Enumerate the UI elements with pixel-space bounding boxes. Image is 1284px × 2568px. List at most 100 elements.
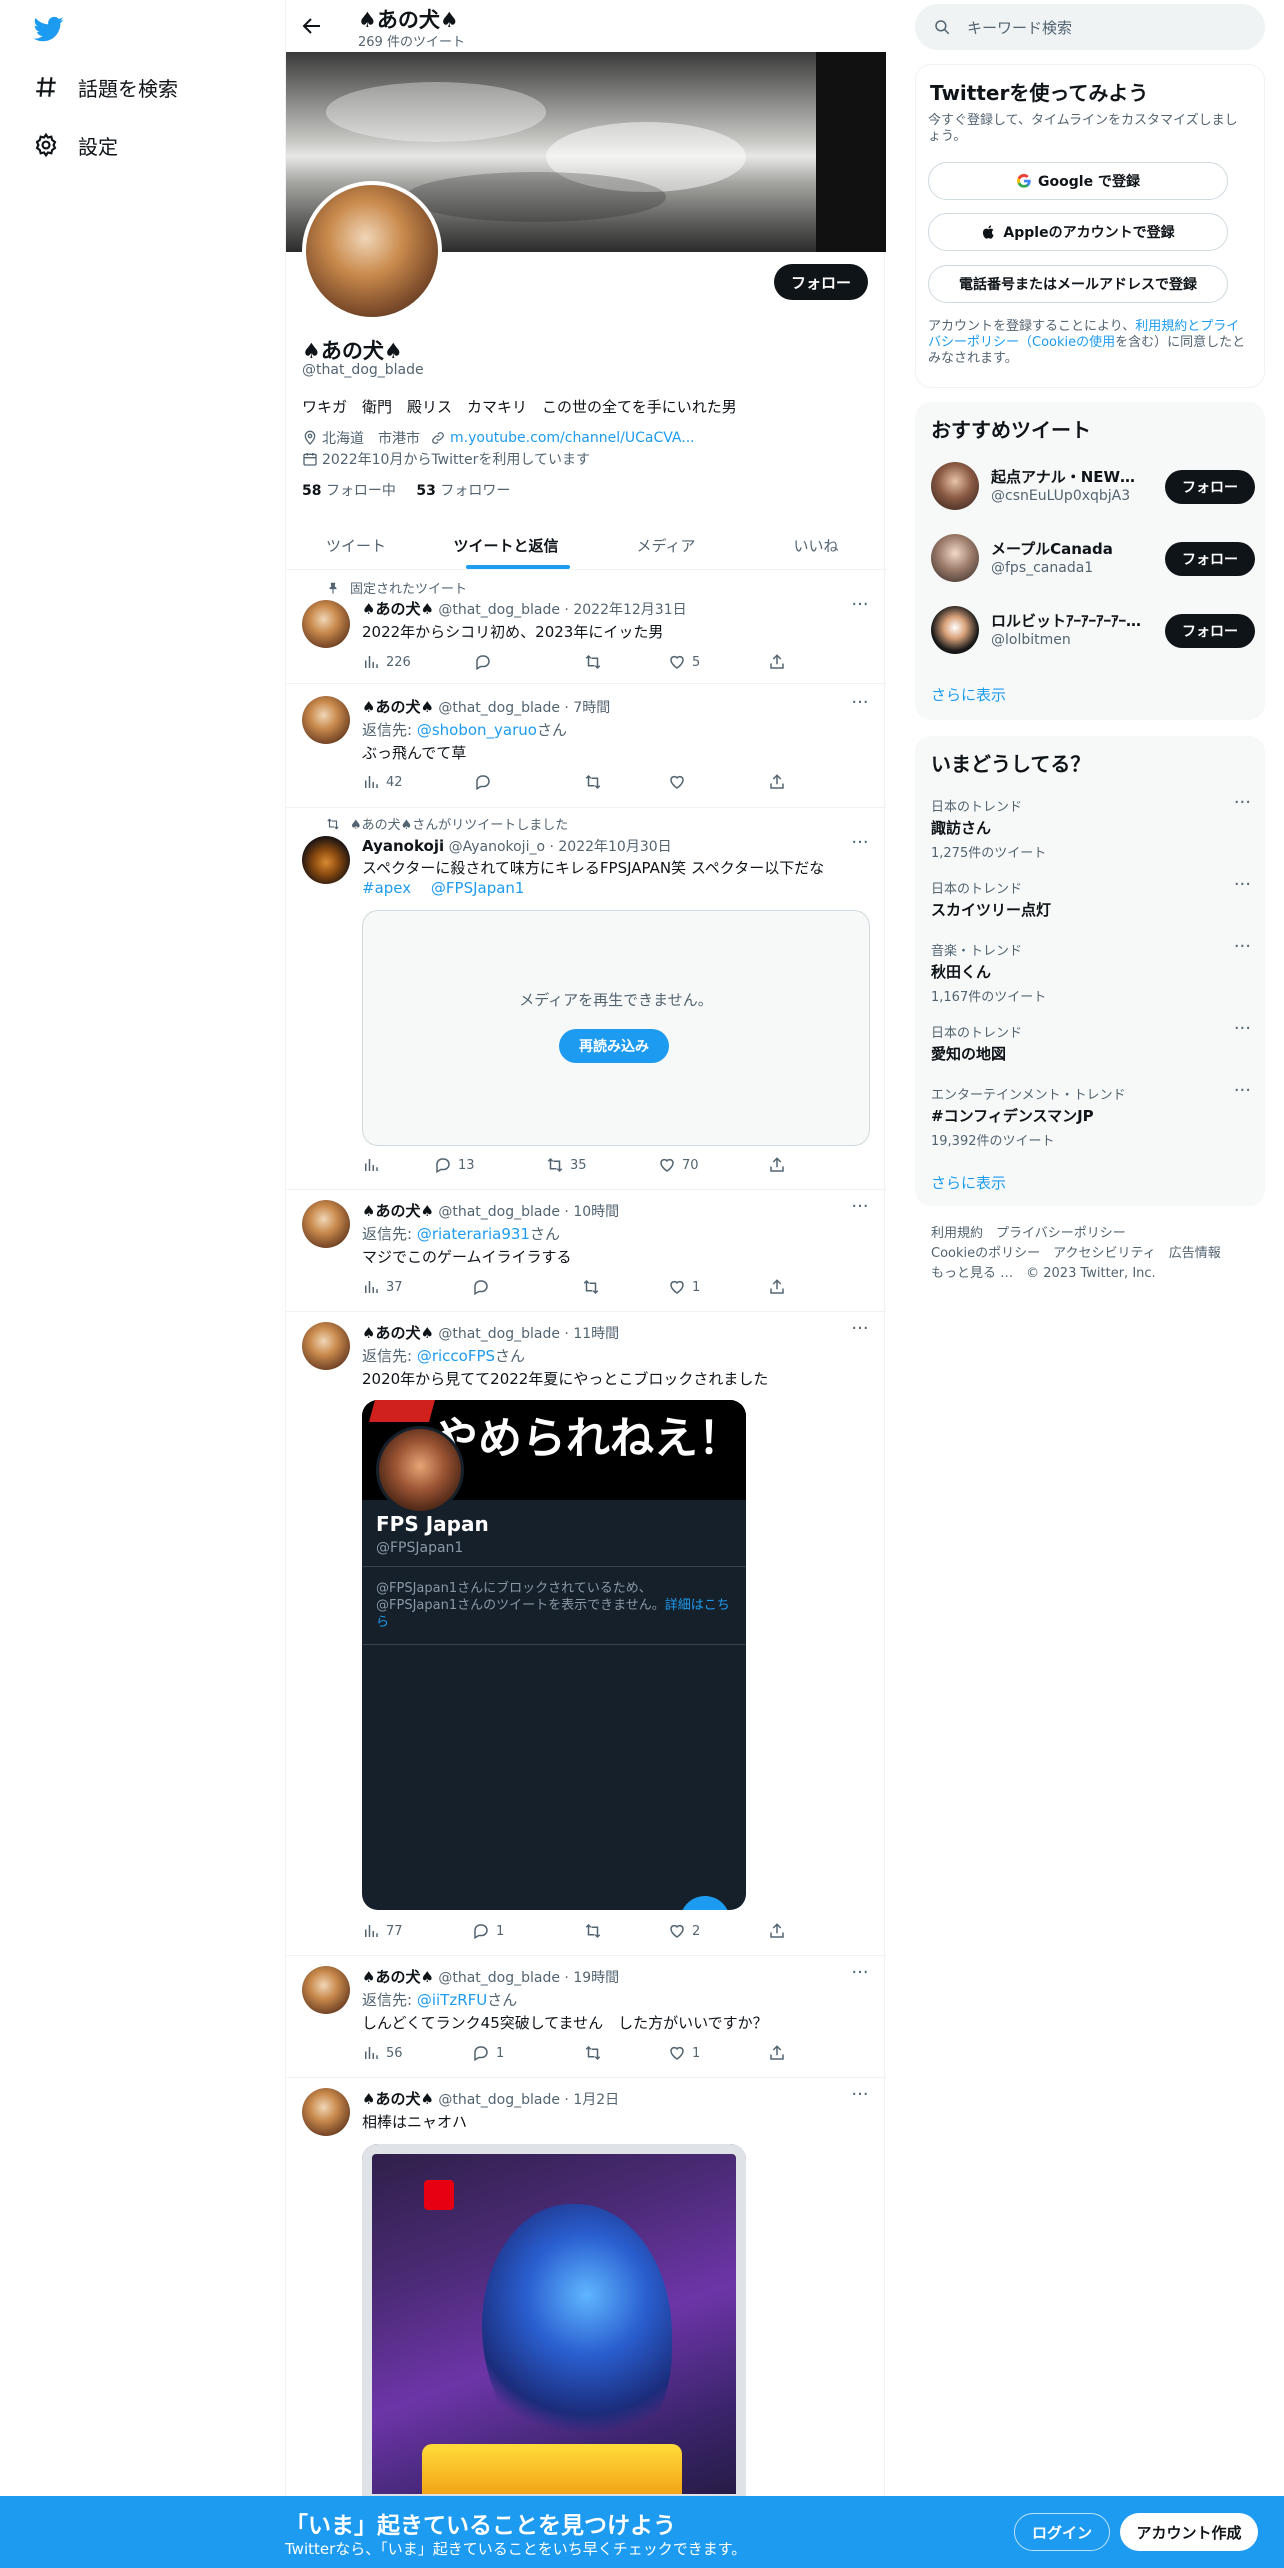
reply-button[interactable] xyxy=(474,653,498,671)
like-button[interactable]: 2 xyxy=(668,1922,700,1940)
views-button[interactable]: 42 xyxy=(362,773,403,791)
reply-to-link[interactable]: @iiTzRFU xyxy=(417,1991,487,2009)
tweet-author-name[interactable]: ♠あの犬♠ xyxy=(362,1324,434,1342)
tweet-item[interactable]: ♠あの犬♠さんがリツイートしました Ayanokoji @Ayanokoji_o… xyxy=(286,808,886,1190)
trends-show-more[interactable]: さらに表示 xyxy=(931,1172,1006,1193)
signup-button[interactable]: アカウント作成 xyxy=(1120,2513,1258,2551)
follow-button[interactable]: フォロー xyxy=(1165,614,1255,648)
more-options-icon[interactable]: ··· xyxy=(1234,794,1251,812)
trend-item[interactable]: エンターテインメント・トレンド #コンフィデンスマンJP 19,392件のツイー… xyxy=(931,1082,1251,1150)
reply-button[interactable]: 13 xyxy=(434,1156,475,1174)
tweet-time[interactable]: 2022年10月30日 xyxy=(558,839,671,855)
google-signup-button[interactable]: Google で登録 xyxy=(928,162,1228,200)
tab-tweets-and-replies[interactable]: ツイートと返信 xyxy=(426,520,586,570)
tab-likes[interactable]: いいね xyxy=(746,520,886,570)
more-options-icon[interactable]: ··· xyxy=(850,596,870,618)
like-button[interactable]: 5 xyxy=(668,653,700,671)
footer-line[interactable]: もっと見る … © 2023 Twitter, Inc. xyxy=(931,1264,1251,1284)
share-button[interactable] xyxy=(768,653,786,671)
like-button[interactable] xyxy=(668,773,692,791)
tweet-time[interactable]: 7時間 xyxy=(573,700,610,716)
avatar[interactable] xyxy=(302,1200,350,1248)
more-options-icon[interactable]: ··· xyxy=(850,694,870,716)
retweet-button[interactable] xyxy=(584,2044,608,2062)
share-button[interactable] xyxy=(768,1922,786,1940)
views-button[interactable]: 77 xyxy=(362,1922,403,1940)
back-arrow-icon[interactable] xyxy=(300,14,324,38)
footer-line[interactable]: 利用規約 プライバシーポリシー xyxy=(931,1224,1251,1244)
like-button[interactable]: 1 xyxy=(668,1278,700,1296)
reply-button[interactable]: 1 xyxy=(472,1922,504,1940)
like-button[interactable]: 1 xyxy=(668,2044,700,2062)
tweet-item[interactable]: ♠あの犬♠ @that_dog_blade · 1月2日 ··· 相棒はニャオハ xyxy=(286,2078,886,2504)
more-options-icon[interactable]: ··· xyxy=(850,834,870,856)
views-button[interactable]: 56 xyxy=(362,2044,403,2062)
views-button[interactable]: 226 xyxy=(362,653,411,671)
reply-button[interactable] xyxy=(472,1278,496,1296)
more-options-icon[interactable]: ··· xyxy=(1234,938,1251,956)
more-options-icon[interactable]: ··· xyxy=(1234,1082,1251,1100)
apple-signup-button[interactable]: Appleのアカウントで登録 xyxy=(928,213,1228,251)
tab-tweets[interactable]: ツイート xyxy=(286,520,426,570)
tweet-item[interactable]: ♠あの犬♠ @that_dog_blade · 7時間 ··· 返信先: @sh… xyxy=(286,684,886,808)
tab-media[interactable]: メディア xyxy=(586,520,746,570)
tweet-item[interactable]: ♠あの犬♠ @that_dog_blade · 19時間 ··· 返信先: @i… xyxy=(286,1956,886,2078)
tweet-image[interactable] xyxy=(362,2144,746,2504)
tweet-author-name[interactable]: ♠あの犬♠ xyxy=(362,1968,434,1986)
retweet-button[interactable]: 35 xyxy=(546,1156,587,1174)
reply-to-link[interactable]: @shobon_yaruo xyxy=(417,721,537,739)
tweet-item[interactable]: 固定されたツイート ♠あの犬♠ @that_dog_blade · 2022年1… xyxy=(286,570,886,684)
reload-button[interactable]: 再読み込み xyxy=(559,1029,669,1063)
avatar[interactable] xyxy=(302,836,350,884)
follow-button[interactable]: フォロー xyxy=(774,264,868,300)
tweet-item[interactable]: ♠あの犬♠ @that_dog_blade · 11時間 ··· 返信先: @r… xyxy=(286,1312,886,1956)
reply-to-link[interactable]: @riccoFPS xyxy=(417,1347,495,1365)
retweeted-by-label[interactable]: ♠あの犬♠さんがリツイートしました xyxy=(350,814,568,833)
twitter-logo-icon[interactable] xyxy=(32,14,66,44)
more-options-icon[interactable]: ··· xyxy=(1234,1020,1251,1038)
nav-settings[interactable]: 設定 xyxy=(32,125,118,165)
tweet-time[interactable]: 1月2日 xyxy=(573,2092,619,2108)
tweet-time[interactable]: 19時間 xyxy=(573,1970,619,1986)
follow-button[interactable]: フォロー xyxy=(1165,542,1255,576)
trend-item[interactable]: 日本のトレンド スカイツリー点灯 ··· xyxy=(931,876,1251,920)
hashtag-link[interactable]: #apex xyxy=(362,879,411,897)
profile-avatar[interactable] xyxy=(302,181,442,321)
avatar[interactable] xyxy=(302,600,350,648)
trend-item[interactable]: 日本のトレンド 諏訪さん 1,275件のツイート ··· xyxy=(931,794,1251,862)
avatar[interactable] xyxy=(302,696,350,744)
more-options-icon[interactable]: ··· xyxy=(850,2086,870,2108)
login-button[interactable]: ログイン xyxy=(1014,2513,1110,2551)
tweet-item[interactable]: ♠あの犬♠ @that_dog_blade · 10時間 ··· 返信先: @r… xyxy=(286,1190,886,1312)
profile-website-link[interactable]: m.youtube.com/channel/UCaCVA... xyxy=(450,430,695,446)
recommended-show-more[interactable]: さらに表示 xyxy=(931,684,1006,705)
following-link[interactable]: 58 フォロー中 xyxy=(302,483,396,499)
trend-item[interactable]: 日本のトレンド 愛知の地図 ··· xyxy=(931,1020,1251,1064)
retweet-button[interactable] xyxy=(582,1278,606,1296)
recommended-account[interactable]: 起点アナル・NEWS… @csnEuLUp0xqbjA3 フォロー xyxy=(931,460,1255,514)
recommended-account[interactable]: メープルCanada @fps_canada1 フォロー xyxy=(931,532,1255,586)
mention-link[interactable]: @FPSJapan1 xyxy=(431,879,525,897)
more-options-icon[interactable]: ··· xyxy=(1234,876,1251,894)
retweet-button[interactable] xyxy=(584,773,608,791)
tweet-author-name[interactable]: ♠あの犬♠ xyxy=(362,2090,434,2108)
share-button[interactable] xyxy=(768,2044,786,2062)
tweet-author-name[interactable]: ♠あの犬♠ xyxy=(362,698,434,716)
share-button[interactable] xyxy=(768,773,786,791)
views-button[interactable] xyxy=(362,1156,386,1174)
like-button[interactable]: 70 xyxy=(658,1156,699,1174)
search-input[interactable]: キーワード検索 xyxy=(915,4,1265,50)
follow-button[interactable]: フォロー xyxy=(1165,470,1255,504)
tweet-author-name[interactable]: ♠あの犬♠ xyxy=(362,1202,434,1220)
tweet-author-name[interactable]: Ayanokoji xyxy=(362,837,444,855)
retweet-button[interactable] xyxy=(584,1922,608,1940)
more-options-icon[interactable]: ··· xyxy=(850,1320,870,1342)
more-options-icon[interactable]: ··· xyxy=(850,1198,870,1220)
reply-button[interactable] xyxy=(474,773,498,791)
footer-line[interactable]: Cookieのポリシー アクセシビリティ 広告情報 xyxy=(931,1244,1251,1264)
phone-email-signup-button[interactable]: 電話番号またはメールアドレスで登録 xyxy=(928,265,1228,303)
avatar[interactable] xyxy=(302,2088,350,2136)
tweet-time[interactable]: 10時間 xyxy=(573,1204,619,1220)
tweet-author-name[interactable]: ♠あの犬♠ xyxy=(362,600,434,618)
more-options-icon[interactable]: ··· xyxy=(850,1964,870,1986)
